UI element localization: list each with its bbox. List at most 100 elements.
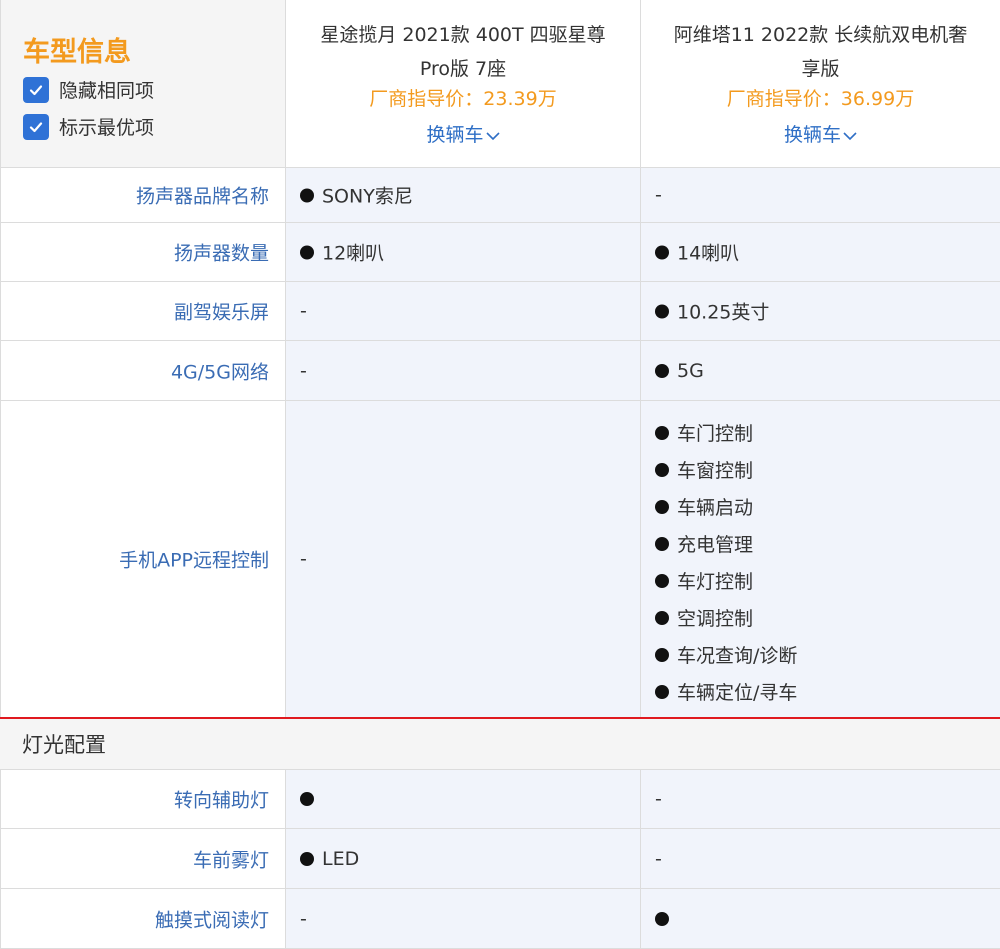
standard-dot-icon: [300, 245, 314, 259]
switch-car-button[interactable]: 换辆车: [641, 120, 1000, 147]
spec-value-cell-2: 5G: [641, 341, 1000, 401]
spec-value-text: -: [300, 300, 307, 322]
spec-value: 10.25英寸: [655, 298, 769, 325]
checkbox-checked-icon[interactable]: [23, 77, 49, 103]
section-title: 灯光配置: [22, 729, 106, 759]
hide-same-option[interactable]: 隐藏相同项: [23, 76, 154, 103]
standard-dot-icon: [300, 852, 314, 866]
spec-value-text: -: [655, 848, 662, 870]
car-name: 星途揽月 2021款 400T 四驱星尊 Pro版 7座: [304, 18, 622, 86]
car-price: 厂商指导价：23.39万: [286, 84, 640, 111]
spec-label: 副驾娱乐屏: [174, 298, 269, 325]
spec-value-cell-1: -: [286, 341, 641, 401]
spec-label-cell: 车前雾灯: [0, 829, 286, 889]
checkbox-checked-icon[interactable]: [23, 114, 49, 140]
spec-value-text: -: [655, 184, 662, 206]
car-price: 厂商指导价：36.99万: [641, 84, 1000, 111]
spec-label: 4G/5G网络: [171, 357, 269, 384]
standard-dot-icon: [300, 188, 314, 202]
spec-value-cell-1: SONY索尼: [286, 168, 641, 223]
spec-value-cell-1: -: [286, 282, 641, 341]
spec-label-cell: 触摸式阅读灯: [0, 889, 286, 949]
list-item: 车窗控制: [655, 451, 797, 488]
spec-value-text: 10.25英寸: [677, 298, 769, 325]
list-item-text: 车窗控制: [677, 456, 753, 483]
spec-value-cell-2: 10.25英寸: [641, 282, 1000, 341]
hide-same-label: 隐藏相同项: [59, 76, 154, 103]
standard-dot-icon: [655, 500, 669, 514]
spec-value-cell-1: -: [286, 401, 641, 717]
standard-dot-icon: [655, 574, 669, 588]
list-item: 车门控制: [655, 414, 797, 451]
spec-row-passenger-screen: 副驾娱乐屏 - 10.25英寸: [0, 282, 1000, 341]
spec-value: [655, 912, 677, 926]
switch-car-label: 换辆车: [784, 124, 841, 146]
list-item-text: 车况查询/诊断: [677, 641, 797, 668]
spec-value-cell-2: -: [641, 168, 1000, 223]
spec-value-text: 12喇叭: [322, 239, 384, 266]
car-name-line: 星途揽月 2021款 400T 四驱星尊: [304, 18, 622, 52]
spec-label: 车前雾灯: [193, 845, 269, 872]
list-item: 车辆启动: [655, 488, 797, 525]
standard-dot-icon: [655, 685, 669, 699]
spec-value-text: 14喇叭: [677, 239, 739, 266]
standard-dot-icon: [655, 611, 669, 625]
spec-row-touch-reading-light: 触摸式阅读灯 -: [0, 889, 1000, 949]
spec-label: 转向辅助灯: [174, 786, 269, 813]
spec-value: -: [655, 788, 662, 810]
list-item-text: 充电管理: [677, 530, 753, 557]
spec-value: -: [300, 300, 307, 322]
car-column-header-2: 阿维塔11 2022款 长续航双电机奢 享版 厂商指导价：36.99万 换辆车: [641, 0, 1000, 168]
spec-value-text: LED: [322, 848, 359, 870]
chevron-down-icon: [843, 131, 857, 141]
spec-label: 手机APP远程控制: [119, 546, 269, 573]
spec-value-text: 5G: [677, 360, 704, 382]
list-item: 车灯控制: [655, 562, 797, 599]
standard-dot-icon: [300, 792, 314, 806]
chevron-down-icon: [486, 131, 500, 141]
section-title-car-info: 车型信息: [23, 30, 131, 69]
app-feature-list: 车门控制 车窗控制 车辆启动 充电管理 车灯控制 空调控制 车况查询/诊断 车辆…: [655, 414, 797, 710]
spec-value-cell-2: [641, 889, 1000, 949]
spec-value-cell-2: 14喇叭: [641, 223, 1000, 282]
spec-value-text: SONY索尼: [322, 182, 413, 209]
standard-dot-icon: [655, 245, 669, 259]
switch-car-label: 换辆车: [426, 124, 483, 146]
mark-best-option[interactable]: 标示最优项: [23, 113, 154, 140]
spec-label: 触摸式阅读灯: [155, 905, 269, 932]
spec-value: 14喇叭: [655, 239, 739, 266]
spec-label-cell: 副驾娱乐屏: [0, 282, 286, 341]
standard-dot-icon: [655, 463, 669, 477]
list-item: 车辆定位/寻车: [655, 673, 797, 710]
spec-label-cell: 转向辅助灯: [0, 770, 286, 829]
spec-value: [300, 792, 322, 806]
mark-best-label: 标示最优项: [59, 113, 154, 140]
car-column-header-1: 星途揽月 2021款 400T 四驱星尊 Pro版 7座 厂商指导价：23.39…: [286, 0, 641, 168]
list-item-text: 车灯控制: [677, 567, 753, 594]
spec-value-cell-1: -: [286, 889, 641, 949]
standard-dot-icon: [655, 912, 669, 926]
spec-value: -: [300, 908, 307, 930]
comparison-header: 车型信息 隐藏相同项 标示最优项 星途揽月 2021款 400T 四驱星尊 Pr…: [0, 0, 1000, 168]
spec-row-turn-assist-light: 转向辅助灯 -: [0, 770, 1000, 829]
standard-dot-icon: [655, 304, 669, 318]
spec-value: -: [655, 184, 662, 206]
section-header-lighting: 灯光配置: [0, 717, 1000, 770]
switch-car-button[interactable]: 换辆车: [286, 120, 640, 147]
comparison-page: 车型信息 隐藏相同项 标示最优项 星途揽月 2021款 400T 四驱星尊 Pr…: [0, 0, 1000, 949]
list-item-text: 车门控制: [677, 419, 753, 446]
spec-label-cell: 扬声器数量: [0, 223, 286, 282]
standard-dot-icon: [655, 426, 669, 440]
spec-value-cell-2: 车门控制 车窗控制 车辆启动 充电管理 车灯控制 空调控制 车况查询/诊断 车辆…: [641, 401, 1000, 717]
spec-value-cell-1: LED: [286, 829, 641, 889]
spec-row-front-fog-light: 车前雾灯 LED -: [0, 829, 1000, 889]
car-name-line: 享版: [659, 52, 982, 86]
list-item-text: 车辆定位/寻车: [677, 678, 797, 705]
list-item-text: 车辆启动: [677, 493, 753, 520]
spec-value: -: [300, 360, 307, 382]
spec-value: -: [655, 848, 662, 870]
list-item-text: 空调控制: [677, 604, 753, 631]
spec-value: -: [300, 548, 307, 570]
spec-value: 12喇叭: [300, 239, 384, 266]
spec-value-cell-2: -: [641, 770, 1000, 829]
